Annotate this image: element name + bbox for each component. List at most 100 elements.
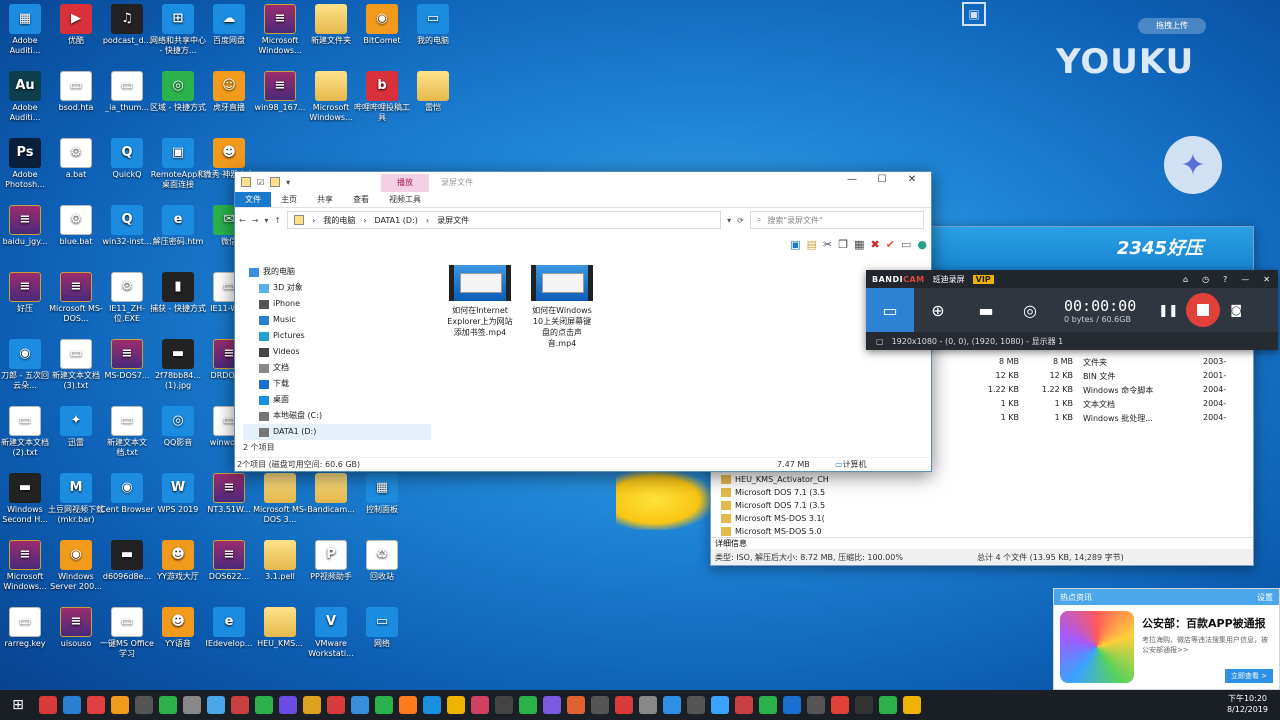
- taskbar-app-icon[interactable]: [255, 696, 273, 714]
- nav-item[interactable]: 桌面: [243, 392, 431, 408]
- taskbar-app-icon[interactable]: [279, 696, 297, 714]
- start-button[interactable]: ⊞: [0, 690, 36, 720]
- file-item[interactable]: 如何在Internet Explorer上为网站添加书签.mp4: [447, 265, 513, 349]
- news-title[interactable]: 公安部：百款APP被通报: [1142, 615, 1266, 631]
- taskbar-app-icon[interactable]: [903, 696, 921, 714]
- taskbar-app-icon[interactable]: [783, 696, 801, 714]
- monitor-icon[interactable]: ▣: [962, 2, 986, 26]
- taskbar-app-icon[interactable]: [855, 696, 873, 714]
- breadcrumb-item[interactable]: 录屏文件: [437, 215, 469, 226]
- news-view-button[interactable]: 立即查看 >: [1224, 669, 1273, 683]
- cut-icon[interactable]: ✂: [823, 238, 832, 251]
- taskbar-app-icon[interactable]: [447, 696, 465, 714]
- archive-row[interactable]: 1.22 KB 1.22 KB Windows 命令脚本 2004-: [977, 385, 1233, 396]
- youku-upload-button[interactable]: 拖拽上传: [1138, 18, 1206, 34]
- taskbar-app-icon[interactable]: [207, 696, 225, 714]
- desktop-icon[interactable]: Bandicam...: [302, 473, 360, 515]
- news-settings-link[interactable]: 设置: [1257, 592, 1273, 603]
- desktop-icon[interactable]: ≡ 好压: [0, 272, 54, 314]
- delete-icon[interactable]: ✖: [871, 238, 880, 251]
- taskbar-app-icon[interactable]: [351, 696, 369, 714]
- taskbar-app-icon[interactable]: [807, 696, 825, 714]
- maximize-icon[interactable]: ☐: [867, 174, 897, 185]
- taskbar-app-icon[interactable]: [327, 696, 345, 714]
- desktop-icon[interactable]: ≡ baidu_jgy...: [0, 205, 54, 247]
- desktop-icon[interactable]: ▭ 一键MS Office学习: [98, 607, 156, 659]
- clock-icon[interactable]: ◷: [1202, 275, 1209, 284]
- search-input[interactable]: ⌕ 搜索"录屏文件": [749, 211, 924, 229]
- desktop-icon[interactable]: W WPS 2019: [149, 473, 207, 515]
- desktop-icon[interactable]: ≡ DOS622...: [200, 540, 258, 582]
- taskbar-app-icon[interactable]: [663, 696, 681, 714]
- explorer-window[interactable]: ☑ ▾ 播放 录屏文件 — ☐ ✕ 文件 主页 共享 查看 视频工具 ← → ▾ ↑ ›…: [234, 171, 932, 472]
- taskbar-app-icon[interactable]: [639, 696, 657, 714]
- taskbar-app-icon[interactable]: [567, 696, 585, 714]
- check-icon[interactable]: ✔: [886, 238, 895, 251]
- nav-item[interactable]: Videos: [243, 344, 431, 360]
- breadcrumb-item[interactable]: 我的电脑: [323, 215, 355, 226]
- minimize-icon[interactable]: —: [1241, 275, 1249, 284]
- desktop-icon[interactable]: ◉ 刀郎 - 五次回 云朵...: [0, 339, 54, 391]
- desktop-icon[interactable]: Ps Adobe Photosh...: [0, 138, 54, 190]
- desktop-icon[interactable]: ✦ 迅雷: [47, 406, 105, 448]
- chevron-down-icon[interactable]: ▾: [286, 178, 290, 187]
- taskbar-app-icon[interactable]: [375, 696, 393, 714]
- archive-row[interactable]: 1 KB 1 KB Windows 批处理... 2004-: [977, 413, 1233, 424]
- desktop-icon[interactable]: ☻ YY语音: [149, 607, 207, 649]
- nav-item[interactable]: 3D 对象: [243, 280, 431, 296]
- desktop-icon[interactable]: ♻ 回收站: [353, 540, 411, 582]
- archive-folder[interactable]: Microsoft DOS 7.1 (3.5: [721, 499, 829, 512]
- desktop-icon[interactable]: ▭ 网络: [353, 607, 411, 649]
- taskbar-app-icon[interactable]: [399, 696, 417, 714]
- desktop-icon[interactable]: ☺ 虎牙直播: [200, 71, 258, 113]
- file-item[interactable]: 如何在Windows 10上关闭屏幕键盘的点击声音.mp4: [529, 265, 595, 349]
- desktop-icon[interactable]: ◎ QQ影音: [149, 406, 207, 448]
- taskbar-app-icon[interactable]: [87, 696, 105, 714]
- taskbar-app-icon[interactable]: [423, 696, 441, 714]
- archive-folder[interactable]: HEU_KMS_Activator_CH: [721, 473, 829, 486]
- nav-item[interactable]: iPhone: [243, 296, 431, 312]
- minimize-icon[interactable]: —: [837, 174, 867, 185]
- close-icon[interactable]: ✕: [897, 174, 927, 185]
- bandicam-window[interactable]: BANDICAM 班迪录屏 VIP ⌂ ◷ ? — ✕ ▭ ⊕ ▬ ◎ 00:0…: [866, 270, 1278, 350]
- new-folder-icon[interactable]: [270, 177, 281, 187]
- properties-icon[interactable]: ☑: [257, 178, 264, 187]
- taskbar-app-icon[interactable]: [231, 696, 249, 714]
- forward-icon[interactable]: →: [252, 216, 259, 225]
- desktop-icon[interactable]: ≡ Microsoft Windows...: [251, 4, 309, 56]
- nav-item[interactable]: 下载: [243, 376, 431, 392]
- ribbon-tab[interactable]: 查看: [343, 192, 379, 207]
- archive-row[interactable]: 12 KB 12 KB BIN 文件 2001-: [977, 371, 1233, 382]
- taskbar-app-icon[interactable]: [879, 696, 897, 714]
- desktop-icon[interactable]: ▭ bsod.hta: [47, 71, 105, 113]
- layout-icon[interactable]: ▤: [807, 238, 817, 251]
- ribbon-tab[interactable]: 视频工具: [379, 192, 431, 207]
- globe-icon[interactable]: ●: [917, 238, 927, 251]
- ribbon-tab[interactable]: 共享: [307, 192, 343, 207]
- desktop-icon[interactable]: ▬ 2f78bb84...(1).jpg: [149, 339, 207, 391]
- desktop-icon[interactable]: ▭ 新建文本文档(3).txt: [47, 339, 105, 391]
- archive-row[interactable]: 1 KB 1 KB 文本文档 2004-: [977, 399, 1233, 410]
- desktop-icon[interactable]: ◉ Cent Browser: [98, 473, 156, 515]
- desktop-icon[interactable]: ▭ 新建文本文档.txt: [98, 406, 156, 458]
- desktop-icon[interactable]: Qwin32-inst...: [98, 205, 156, 247]
- rename-icon[interactable]: ▭: [901, 238, 911, 251]
- taskbar-app-icon[interactable]: [711, 696, 729, 714]
- taskbar-app-icon[interactable]: [63, 696, 81, 714]
- ribbon-tab[interactable]: 文件: [235, 192, 271, 207]
- bandicam-region-bar[interactable]: ▢ 1920x1080 - (0, 0), (1920, 1080) - 显示器…: [866, 332, 1278, 350]
- news-popup[interactable]: 热点资讯 设置 公安部：百款APP被通报 考拉海购、微店等违法搜集用户信息，被公…: [1053, 588, 1280, 690]
- desktop-icon[interactable]: ♫ podcast_d...: [98, 4, 156, 46]
- desktop-icon[interactable]: HEU_KMS...: [251, 607, 309, 649]
- desktop-icon[interactable]: ≡ uisouso: [47, 607, 105, 649]
- desktop-icon[interactable]: ⚙ IE11_ZH-位.EXE: [98, 272, 156, 324]
- desktop-icon[interactable]: e IEdevelop...: [200, 607, 258, 649]
- back-icon[interactable]: ←: [239, 216, 246, 225]
- desktop-icon[interactable]: ◉ Windows Server 200...: [47, 540, 105, 592]
- desktop-icon[interactable]: ◎ 区域 - 快捷方式: [149, 71, 207, 113]
- desktop-icon[interactable]: ▭ _ia_thum...: [98, 71, 156, 113]
- ribbon-tab[interactable]: 主页: [271, 192, 307, 207]
- home-icon[interactable]: ⌂: [1183, 275, 1188, 284]
- webcam-button[interactable]: ◎: [1010, 288, 1050, 332]
- nav-item[interactable]: 文档: [243, 360, 431, 376]
